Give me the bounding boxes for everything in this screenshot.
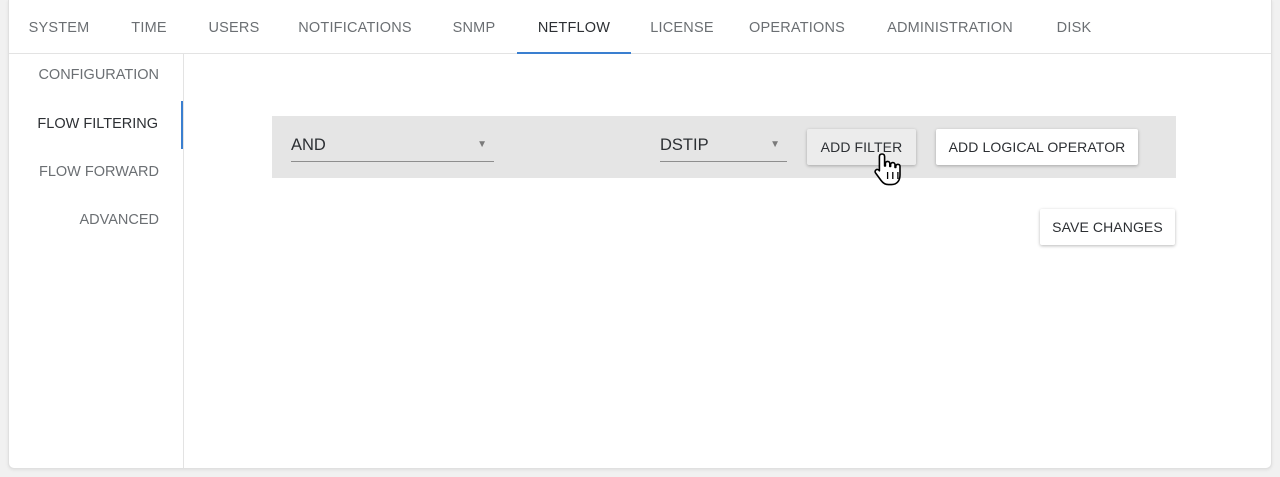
- logical-operator-value: AND: [291, 136, 326, 154]
- sidebar-item-configuration[interactable]: CONFIGURATION: [8, 52, 183, 100]
- tab-time[interactable]: TIME: [121, 0, 177, 54]
- settings-card: SYSTEM TIME USERS NOTIFICATIONS SNMP NET…: [8, 0, 1272, 469]
- sidebar-item-advanced[interactable]: ADVANCED: [8, 197, 183, 245]
- filter-field-value: DSTIP: [660, 136, 709, 154]
- tab-netflow[interactable]: NETFLOW: [517, 0, 631, 54]
- tab-administration[interactable]: ADMINISTRATION: [881, 0, 1019, 54]
- filter-builder-bar: AND ▼ DSTIP ▼ ADD FILTER ADD LOGICAL OPE…: [272, 116, 1176, 178]
- filter-field-select[interactable]: DSTIP ▼: [660, 130, 787, 162]
- add-logical-operator-button[interactable]: ADD LOGICAL OPERATOR: [936, 129, 1138, 165]
- add-filter-button[interactable]: ADD FILTER: [807, 129, 916, 165]
- logical-operator-select[interactable]: AND ▼: [291, 130, 494, 162]
- tab-license[interactable]: LICENSE: [644, 0, 720, 54]
- tab-notifications[interactable]: NOTIFICATIONS: [292, 0, 418, 54]
- tab-users[interactable]: USERS: [202, 0, 266, 54]
- caret-down-icon: ▼: [770, 139, 780, 150]
- save-changes-button[interactable]: SAVE CHANGES: [1040, 209, 1175, 245]
- caret-down-icon: ▼: [477, 139, 487, 150]
- top-tab-bar: SYSTEM TIME USERS NOTIFICATIONS SNMP NET…: [9, 0, 1271, 54]
- tab-system[interactable]: SYSTEM: [23, 0, 95, 54]
- tab-disk[interactable]: DISK: [1047, 0, 1101, 54]
- tab-operations[interactable]: OPERATIONS: [746, 0, 848, 54]
- sidebar-item-flow-forward[interactable]: FLOW FORWARD: [8, 149, 183, 197]
- netflow-sidebar: CONFIGURATION FLOW FILTERING FLOW FORWAR…: [9, 54, 184, 468]
- sidebar-item-flow-filtering[interactable]: FLOW FILTERING: [7, 101, 183, 149]
- tab-snmp[interactable]: SNMP: [444, 0, 504, 54]
